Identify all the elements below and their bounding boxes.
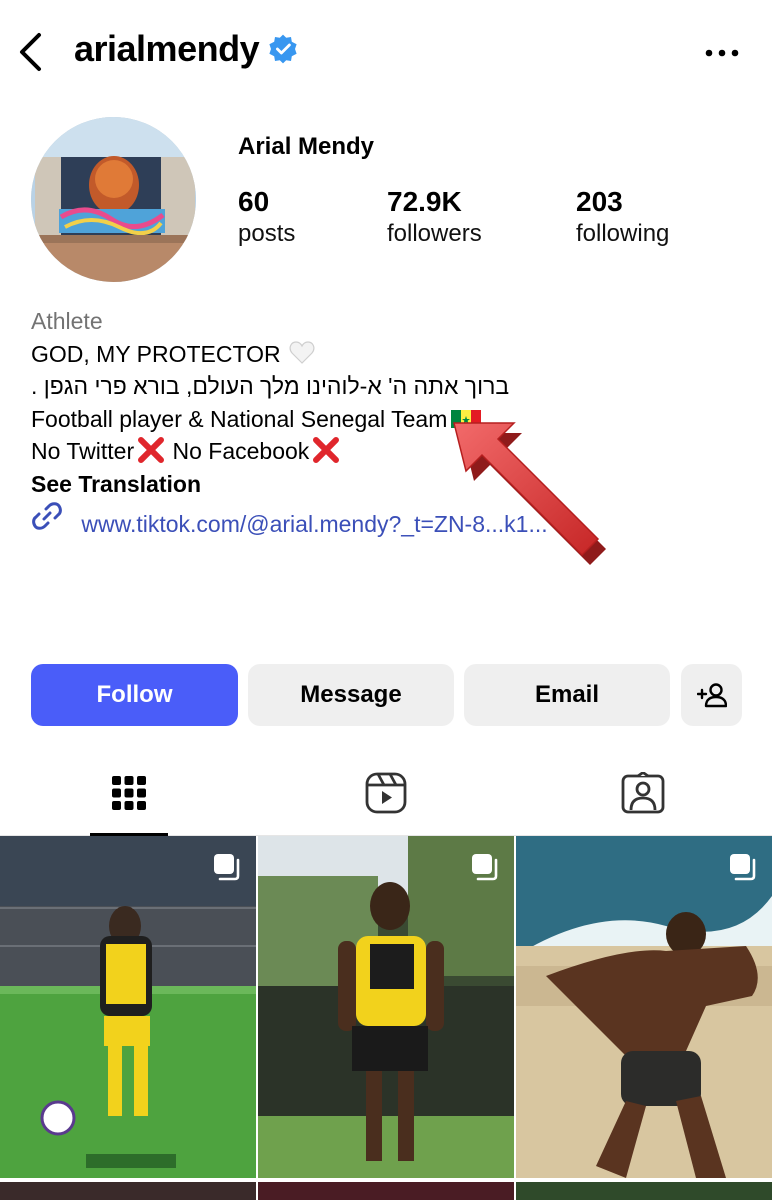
- post-thumbnail-partial[interactable]: [258, 1182, 514, 1200]
- tab-posts-grid[interactable]: [0, 750, 257, 836]
- more-horizontal-icon: [705, 49, 739, 57]
- post-thumbnail[interactable]: [258, 836, 514, 1178]
- display-name: Arial Mendy: [238, 133, 375, 160]
- post-thumbnail-partial[interactable]: [0, 1182, 256, 1200]
- stat-following-label: following: [576, 220, 670, 247]
- reels-icon: [365, 772, 406, 814]
- cross-mark-icon: [313, 437, 340, 463]
- multiple-photos-icon: [730, 854, 756, 881]
- tab-reels[interactable]: [257, 750, 514, 836]
- see-translation-link[interactable]: See Translation: [31, 468, 751, 501]
- more-options-button[interactable]: [702, 38, 742, 68]
- multiple-photos-icon: [472, 854, 498, 881]
- tagged-person-icon: [621, 772, 664, 814]
- bio-line-3-text: Football player & National Senegal Team: [31, 405, 448, 432]
- bio-line-2: ברוך אתה ה' א-לוהינו מלך העולם, בורא פרי…: [31, 373, 510, 399]
- add-person-icon: [696, 683, 727, 708]
- grid-icon: [111, 776, 146, 810]
- back-button[interactable]: [12, 30, 48, 74]
- email-button[interactable]: Email: [464, 664, 670, 726]
- post-thumbnail[interactable]: [0, 836, 256, 1178]
- chevron-left-icon: [20, 33, 41, 71]
- stat-posts[interactable]: 60 posts: [238, 185, 295, 249]
- stat-followers[interactable]: 72.9K followers: [387, 185, 482, 249]
- profile-actions: Follow Message Email: [0, 664, 772, 726]
- stat-followers-value: 72.9K: [387, 186, 462, 217]
- post-thumbnail-partial[interactable]: [516, 1182, 772, 1200]
- multiple-photos-icon: [214, 854, 240, 881]
- post-thumbnail[interactable]: [516, 836, 772, 1178]
- top-bar: arialmendy: [0, 0, 772, 104]
- username: arialmendy: [74, 28, 260, 69]
- follow-button[interactable]: Follow: [31, 664, 238, 726]
- posts-grid: [0, 836, 772, 1200]
- stat-following-value: 203: [576, 186, 623, 217]
- suggested-accounts-button[interactable]: [681, 664, 742, 726]
- stat-following[interactable]: 203 following: [576, 185, 669, 249]
- stat-posts-label: posts: [238, 220, 296, 247]
- stat-followers-label: followers: [387, 220, 482, 247]
- link-icon: [32, 502, 62, 530]
- tab-tagged[interactable]: [514, 750, 771, 836]
- bio-link[interactable]: www.tiktok.com/@arial.mendy?_t=ZN-8...k1…: [31, 500, 751, 541]
- white-heart-icon: [289, 340, 315, 364]
- avatar-image: [31, 117, 196, 282]
- profile-tabs: [0, 750, 772, 836]
- bio-line-4b-text: No Facebook: [166, 438, 310, 464]
- bio-line-4: No Twitter No Facebook: [31, 435, 751, 468]
- post-image: [258, 836, 514, 1178]
- bio-line-4a-text: No Twitter: [31, 438, 135, 464]
- senegal-flag-icon: [451, 409, 482, 428]
- bio-line-1-text: GOD, MY PROTECTOR: [31, 340, 281, 367]
- bio-category: Athlete: [31, 308, 103, 334]
- post-image: [0, 836, 256, 1178]
- profile-bio: Athlete GOD, MY PROTECTOR ברוך אתה ה' א-…: [31, 305, 751, 541]
- verified-badge-icon: [269, 34, 297, 64]
- bio-line-3: Football player & National Senegal Team: [31, 403, 751, 436]
- profile-avatar[interactable]: [31, 117, 196, 282]
- post-image: [516, 836, 772, 1178]
- bio-link-text: www.tiktok.com/@arial.mendy?_t=ZN-8...k1…: [81, 511, 548, 537]
- stat-posts-value: 60: [238, 186, 270, 217]
- username-header: arialmendy: [74, 28, 299, 70]
- bio-line-1: GOD, MY PROTECTOR: [31, 338, 751, 371]
- message-button[interactable]: Message: [248, 664, 454, 726]
- cross-mark-icon: [138, 437, 165, 463]
